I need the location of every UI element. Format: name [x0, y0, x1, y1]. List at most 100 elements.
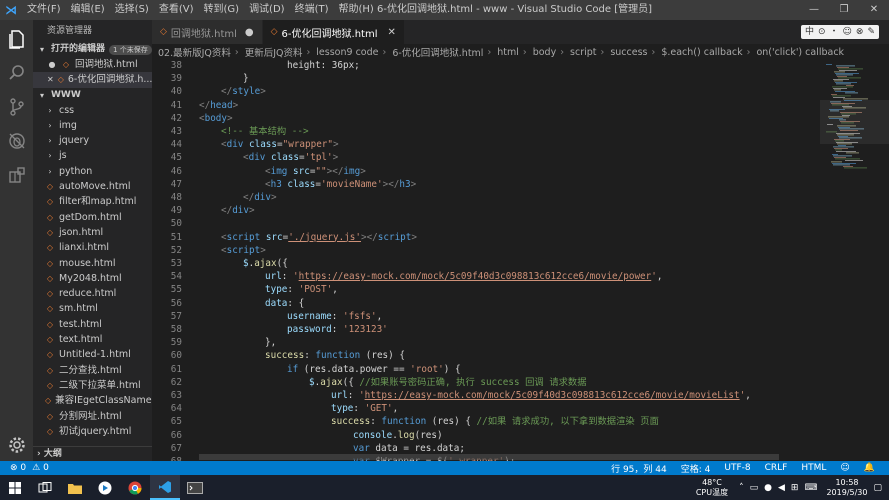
folder-item[interactable]: › jquery [33, 133, 152, 148]
menu-edit[interactable]: 编辑(E) [66, 0, 110, 20]
menu-help[interactable]: 帮助(H) [334, 0, 379, 20]
file-item[interactable]: ◇ json.html [33, 225, 152, 240]
horizontal-scrollbar[interactable] [199, 454, 779, 460]
notification-icon[interactable]: ▢ [873, 483, 882, 493]
eol-status[interactable]: CRLF [765, 463, 788, 473]
breadcrumb-item[interactable]: 02.最新版JQ资料 [158, 45, 231, 59]
terminal-taskbar-icon[interactable] [180, 475, 210, 500]
tab-optimized-callback-hell[interactable]: ◇ 6-优化回调地狱.html ✕ [262, 20, 405, 44]
volume-icon[interactable]: ◀ [778, 483, 785, 493]
code-token: ></ [382, 178, 400, 190]
menu-terminal[interactable]: 终端(T) [290, 0, 334, 20]
code-editor[interactable]: 38 height: 36px; 39} 40 </style> 41 </head> 42 <… [152, 60, 820, 461]
menu-selection[interactable]: 选择(S) [110, 0, 154, 20]
folder-item[interactable]: › python [33, 164, 152, 179]
ime-skin-icon[interactable]: ✎ [865, 26, 877, 38]
explorer-icon[interactable] [4, 26, 29, 51]
menu-debug[interactable]: 调试(D) [244, 0, 290, 20]
file-item[interactable]: ◇ Untitled-1.html [33, 347, 152, 362]
open-editor-item[interactable]: ● ◇ 回调地狱.html [33, 57, 152, 72]
file-item[interactable]: ◇ 兼容IEgetClassName... [33, 393, 152, 408]
folder-item[interactable]: › img [33, 118, 152, 133]
minimap-line [845, 92, 858, 94]
debug-icon[interactable] [4, 128, 29, 153]
breadcrumb-item[interactable]: script [570, 47, 596, 58]
feedback-icon[interactable]: ☺ [840, 463, 849, 473]
code-token: ></ [326, 165, 344, 177]
file-item[interactable]: ◇ autoMove.html [33, 179, 152, 194]
ime-emoji-icon[interactable]: ☺ [841, 26, 854, 38]
breadcrumb-item[interactable]: html [497, 47, 519, 58]
file-item[interactable]: ◇ sm.html [33, 301, 152, 316]
file-item[interactable]: ◇ 二级下拉菜单.html [33, 378, 152, 393]
outline-section[interactable]: › 大纲 [33, 446, 152, 461]
workspace-folder-section[interactable]: ▾ WWW [33, 88, 152, 103]
html-file-icon: ◇ [46, 319, 54, 329]
file-item[interactable]: ◇ test.html [33, 317, 152, 332]
unsaved-badge: 1 个未保存 [109, 44, 152, 55]
open-editors-section[interactable]: ▾ 打开的编辑器 1 个未保存 [33, 42, 152, 57]
file-item[interactable]: ◇ 初试jquery.html [33, 424, 152, 439]
chrome-icon[interactable] [120, 475, 150, 500]
file-item[interactable]: ◇ getDom.html [33, 210, 152, 225]
network-icon[interactable]: ▭ [750, 483, 759, 493]
ime-tools-icon[interactable]: ⊗ [854, 26, 866, 38]
chevron-up-icon[interactable]: ˄ [739, 483, 744, 493]
file-item[interactable]: ◇ filter和map.html [33, 194, 152, 209]
close-icon[interactable]: ✕ [387, 27, 395, 38]
minimize-button[interactable]: — [799, 0, 829, 20]
ime-lang-icon[interactable]: 中 [803, 26, 816, 38]
encoding-status[interactable]: UTF-8 [724, 463, 750, 473]
menu-go[interactable]: 转到(G) [199, 0, 245, 20]
app-tray-icon[interactable]: ● [764, 483, 772, 493]
file-item[interactable]: ◇ text.html [33, 332, 152, 347]
breadcrumb-item[interactable]: body [533, 47, 557, 58]
file-item[interactable]: ◇ 分割网址.html [33, 409, 152, 424]
ime-punct-icon[interactable]: ・ [828, 26, 841, 38]
language-mode[interactable]: HTML [801, 463, 826, 473]
breadcrumb-item[interactable]: 6-优化回调地狱.html [392, 45, 483, 59]
minimap[interactable] [820, 60, 889, 461]
menu-view[interactable]: 查看(V) [154, 0, 199, 20]
task-view-icon[interactable] [30, 475, 60, 500]
close-icon[interactable]: ✕ [47, 72, 54, 87]
file-item[interactable]: ◇ 二分查找.html [33, 363, 152, 378]
open-editor-item[interactable]: ✕ ◇ 6-优化回调地狱.h... [33, 72, 152, 88]
windows-start-icon[interactable] [0, 475, 30, 500]
indentation-status[interactable]: 空格: 4 [681, 462, 711, 475]
warnings-status[interactable]: ⚠ 0 [32, 463, 49, 473]
breadcrumb-item[interactable]: lesson9 code [316, 47, 378, 58]
bell-icon[interactable]: 🔔 [864, 463, 875, 473]
file-explorer-icon[interactable] [60, 475, 90, 500]
file-item[interactable]: ◇ lianxi.html [33, 240, 152, 255]
extensions-icon[interactable] [4, 162, 29, 187]
breadcrumb-item[interactable]: success [610, 47, 647, 58]
menu-file[interactable]: 文件(F) [22, 0, 66, 20]
breadcrumb-item[interactable]: 更新后JQ资料 [245, 45, 303, 59]
search-icon[interactable] [4, 60, 29, 85]
video-player-icon[interactable] [90, 475, 120, 500]
keyboard-icon[interactable]: ⌨ [804, 483, 817, 493]
breadcrumb-item[interactable]: $.each() callback [661, 47, 742, 58]
clock[interactable]: 10:58 2019/5/30 [826, 478, 867, 498]
unsaved-dot-icon[interactable]: ● [245, 27, 254, 38]
ime-mode-icon[interactable]: ⊙ [816, 26, 828, 38]
cursor-position[interactable]: 行 95，列 44 [611, 462, 667, 475]
file-item[interactable]: ◇ mouse.html [33, 256, 152, 271]
file-item[interactable]: ◇ reduce.html [33, 286, 152, 301]
line-number: 52 [170, 244, 182, 256]
ime-tray-icon[interactable]: ⊞ [791, 483, 799, 493]
maximize-button[interactable]: ❐ [829, 0, 859, 20]
close-window-button[interactable]: ✕ [859, 0, 889, 20]
errors-status[interactable]: ⊗ 0 [10, 463, 26, 473]
folder-item[interactable]: › css [33, 103, 152, 118]
file-item[interactable]: ◇ My2048.html [33, 271, 152, 286]
source-control-icon[interactable] [4, 94, 29, 119]
folder-item[interactable]: › js [33, 148, 152, 163]
vscode-taskbar-icon[interactable] [150, 475, 180, 500]
code-token: , [656, 271, 663, 283]
breadcrumb-item[interactable]: on('click') callback [756, 47, 844, 58]
tab-callback-hell[interactable]: ◇ 回调地狱.html ● [152, 20, 263, 44]
gear-icon[interactable] [4, 432, 29, 457]
unsaved-dot-icon[interactable]: ● [47, 57, 57, 72]
